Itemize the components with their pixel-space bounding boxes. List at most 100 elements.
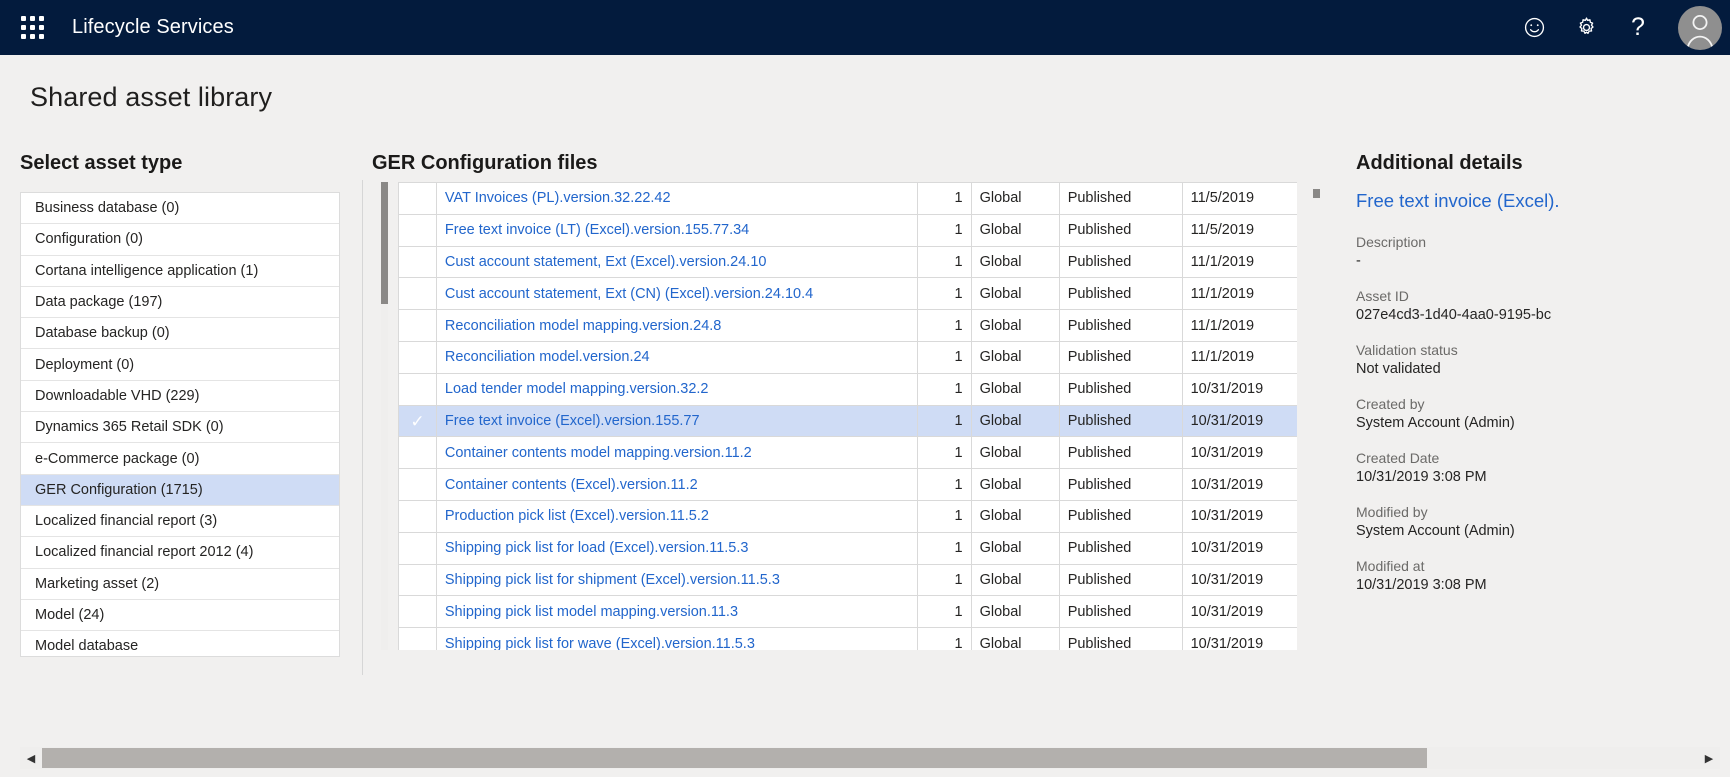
row-select-checkbox[interactable] xyxy=(398,563,437,597)
asset-type-item[interactable]: Marketing asset (2) xyxy=(21,569,339,600)
file-name-link-text[interactable]: VAT Invoices (PL).version.32.22.42 xyxy=(445,190,671,206)
asset-type-item[interactable]: Database backup (0) xyxy=(21,318,339,350)
asset-type-item[interactable]: Model (24) xyxy=(21,600,339,632)
table-row[interactable]: Cust account statement, Ext (Excel).vers… xyxy=(398,245,1297,279)
table-row[interactable]: Shipping pick list for wave (Excel).vers… xyxy=(398,627,1297,650)
row-select-checkbox[interactable] xyxy=(398,372,437,406)
file-name-link-text[interactable]: Cust account statement, Ext (CN) (Excel)… xyxy=(445,286,813,302)
row-select-checkbox[interactable]: ✓ xyxy=(398,404,437,438)
asset-type-item[interactable]: Data package (197) xyxy=(21,287,339,319)
feedback-smiley-icon[interactable] xyxy=(1508,0,1560,55)
file-name-link-text[interactable]: Reconciliation model.version.24 xyxy=(445,349,650,365)
file-name-link-text[interactable]: Shipping pick list for wave (Excel).vers… xyxy=(445,636,755,650)
detail-field: Modified at 10/31/2019 3:08 PM xyxy=(1356,558,1726,593)
table-row[interactable]: Shipping pick list for shipment (Excel).… xyxy=(398,563,1297,597)
table-row[interactable]: Reconciliation model mapping.version.24.… xyxy=(398,309,1297,342)
file-name-link-text[interactable]: Free text invoice (Excel).version.155.77 xyxy=(445,413,700,429)
file-scope-cell: Global xyxy=(970,627,1060,650)
file-name-link[interactable]: Shipping pick list for wave (Excel).vers… xyxy=(435,627,919,650)
file-name-link[interactable]: Free text invoice (LT) (Excel).version.1… xyxy=(435,213,919,247)
row-select-checkbox[interactable] xyxy=(398,627,437,650)
file-date-cell-text: 10/31/2019 xyxy=(1190,476,1264,493)
table-row[interactable]: Reconciliation model.version.24 1 Global Pu… xyxy=(398,340,1297,374)
row-select-checkbox[interactable] xyxy=(398,213,437,247)
file-name-link-text[interactable]: Shipping pick list model mapping.version… xyxy=(445,604,738,620)
help-icon[interactable]: ? xyxy=(1612,0,1664,55)
row-select-checkbox[interactable] xyxy=(398,436,437,470)
file-name-link-text[interactable]: Load tender model mapping.version.32.2 xyxy=(445,381,709,397)
detail-field-value: 027e4cd3-1d40-4aa0-9195-bc xyxy=(1356,307,1552,323)
file-scope-cell-text: Global xyxy=(979,285,1022,302)
table-row[interactable]: Cust account statement, Ext (CN) (Excel)… xyxy=(398,277,1297,311)
asset-type-item[interactable]: Business database (0) xyxy=(21,193,339,225)
file-scope-cell: Global xyxy=(970,468,1060,501)
row-select-checkbox[interactable] xyxy=(398,309,437,342)
asset-type-item[interactable]: Deployment (0) xyxy=(21,349,339,381)
file-version-cell-text: 1 xyxy=(954,540,963,557)
file-date-cell-text: 10/31/2019 xyxy=(1190,381,1264,398)
settings-gear-icon[interactable] xyxy=(1560,0,1612,55)
file-name-link[interactable]: Shipping pick list for load (Excel).vers… xyxy=(435,531,919,565)
file-name-link-text[interactable]: Container contents model mapping.version… xyxy=(445,445,752,461)
file-name-link[interactable]: Production pick list (Excel).version.11.… xyxy=(435,499,919,533)
asset-type-item[interactable]: GER Configuration (1715) xyxy=(21,474,339,506)
file-name-link[interactable]: Cust account statement, Ext (CN) (Excel)… xyxy=(435,277,919,311)
table-row[interactable]: Container contents model mapping.version… xyxy=(398,436,1297,470)
table-row[interactable]: Load tender model mapping.version.32.2 1 G… xyxy=(398,372,1297,406)
file-name-link[interactable]: Load tender model mapping.version.32.2 xyxy=(435,372,919,406)
file-name-link-text[interactable]: Shipping pick list for load (Excel).vers… xyxy=(445,540,749,556)
row-select-checkbox[interactable] xyxy=(398,340,437,374)
file-name-link[interactable]: Free text invoice (Excel).version.155.77 xyxy=(435,404,919,438)
row-select-checkbox[interactable] xyxy=(398,595,437,629)
asset-type-item[interactable]: Downloadable VHD (229) xyxy=(21,381,339,413)
brand-title[interactable]: Lifecycle Services xyxy=(72,16,234,39)
user-avatar[interactable] xyxy=(1678,5,1722,50)
row-select-checkbox[interactable] xyxy=(398,277,437,311)
asset-type-item[interactable]: e-Commerce package (0) xyxy=(21,443,339,475)
row-select-checkbox[interactable] xyxy=(398,182,437,215)
file-name-link-text[interactable]: Production pick list (Excel).version.11.… xyxy=(445,508,709,524)
file-name-link[interactable]: Reconciliation model.version.24 xyxy=(435,340,919,374)
table-row[interactable]: Shipping pick list for load (Excel).vers… xyxy=(398,531,1297,565)
scroll-left-arrow-icon[interactable]: ◀ xyxy=(20,747,42,769)
page-horizontal-scrollbar[interactable]: ◀ ▶ xyxy=(20,747,1720,769)
file-name-link-text[interactable]: Shipping pick list for shipment (Excel).… xyxy=(445,572,780,588)
file-name-link-text[interactable]: Cust account statement, Ext (Excel).vers… xyxy=(445,254,767,270)
file-name-link-text[interactable]: Container contents (Excel).version.11.2 xyxy=(445,477,698,493)
file-name-link[interactable]: Reconciliation model mapping.version.24.… xyxy=(435,309,919,342)
row-select-checkbox[interactable] xyxy=(398,531,437,565)
table-row[interactable]: VAT Invoices (PL).version.32.22.42 1 Globa… xyxy=(398,182,1297,215)
table-row[interactable]: ✓ Free text invoice (Excel).version.155.7… xyxy=(398,404,1297,438)
app-launcher-icon[interactable] xyxy=(16,13,50,43)
file-name-link-text[interactable]: Reconciliation model mapping.version.24.… xyxy=(445,318,721,334)
file-version-cell: 1 xyxy=(917,245,972,279)
file-name-link[interactable]: Shipping pick list model mapping.version… xyxy=(435,595,919,629)
file-name-link[interactable]: Shipping pick list for shipment (Excel).… xyxy=(435,563,919,597)
horizontal-scrollbar-thumb[interactable] xyxy=(42,748,1427,768)
file-name-link[interactable]: Container contents model mapping.version… xyxy=(435,436,919,470)
asset-type-item[interactable]: Cortana intelligence application (1) xyxy=(21,256,339,287)
scroll-right-arrow-icon[interactable]: ▶ xyxy=(1698,747,1720,769)
file-name-link[interactable]: Cust account statement, Ext (Excel).vers… xyxy=(435,245,919,279)
details-scrollbar-thumb[interactable] xyxy=(1313,189,1320,198)
file-name-link-text[interactable]: Free text invoice (LT) (Excel).version.1… xyxy=(445,222,749,238)
asset-type-list[interactable]: Business database (0) Configuration (0) Co… xyxy=(20,192,340,657)
table-row[interactable]: Container contents (Excel).version.11.2 1… xyxy=(398,468,1297,501)
table-row[interactable]: Production pick list (Excel).version.11.… xyxy=(398,499,1297,533)
row-select-checkbox[interactable] xyxy=(398,499,437,533)
asset-type-item[interactable]: Localized financial report 2012 (4) xyxy=(21,537,339,569)
file-status-cell: Published xyxy=(1058,627,1183,650)
asset-type-item[interactable]: Configuration (0) xyxy=(21,224,339,256)
table-row[interactable]: Free text invoice (LT) (Excel).version.1… xyxy=(398,213,1297,247)
file-name-link[interactable]: VAT Invoices (PL).version.32.22.42 xyxy=(435,182,919,215)
asset-type-item[interactable]: Model database xyxy=(21,631,339,656)
row-select-checkbox[interactable] xyxy=(398,468,437,501)
file-version-cell-text: 1 xyxy=(954,508,963,525)
table-row[interactable]: Shipping pick list model mapping.version… xyxy=(398,595,1297,629)
asset-type-item[interactable]: Dynamics 365 Retail SDK (0) xyxy=(21,412,339,444)
asset-type-item[interactable]: Localized financial report (3) xyxy=(21,506,339,538)
file-name-link[interactable]: Container contents (Excel).version.11.2 xyxy=(435,468,919,501)
files-table: VAT Invoices (PL).version.32.22.42 1 Globa… xyxy=(398,182,1297,650)
row-select-checkbox[interactable] xyxy=(398,245,437,279)
details-asset-name-link[interactable]: Free text invoice (Excel). xyxy=(1356,190,1726,212)
